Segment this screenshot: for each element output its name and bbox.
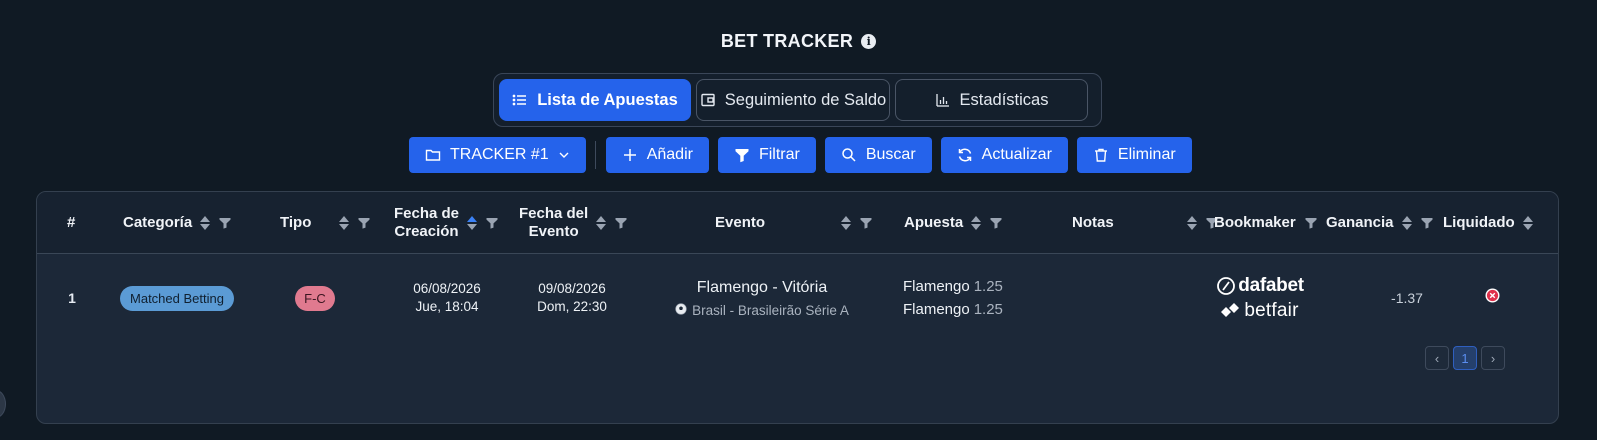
filter-button[interactable]: Filtrar xyxy=(717,137,816,173)
created-date-cell: 06/08/2026 Jue, 18:04 xyxy=(392,255,502,341)
column-settled[interactable]: Liquidado xyxy=(1443,192,1533,254)
toolbar: TRACKER #1 Añadir Filtrar Buscar Actuali… xyxy=(409,137,1201,173)
tab-statistics[interactable]: Estadísticas xyxy=(895,79,1088,121)
filter-icon[interactable] xyxy=(860,217,872,229)
event-date: 09/08/2026 xyxy=(538,281,606,296)
sort-icon[interactable] xyxy=(841,216,852,230)
event-date-cell: 09/08/2026 Dom, 22:30 xyxy=(517,255,627,341)
tab-label: Seguimiento de Saldo xyxy=(724,90,887,109)
notes-cell xyxy=(1057,255,1177,341)
tab-label: Estadísticas xyxy=(959,90,1049,109)
column-bookmaker[interactable]: Bookmaker xyxy=(1214,192,1317,254)
trash-icon xyxy=(1093,147,1109,163)
created-date: 06/08/2026 xyxy=(413,281,481,296)
sort-icon[interactable] xyxy=(1522,216,1533,230)
delete-button[interactable]: Eliminar xyxy=(1076,137,1192,173)
filter-icon[interactable] xyxy=(990,217,1002,229)
dafabet-logo: dafabet xyxy=(1216,275,1304,297)
table-row[interactable]: 1 Matched Betting F-C 06/08/2026 Jue, 18… xyxy=(37,255,1558,341)
prev-page-button[interactable]: ‹ xyxy=(1425,346,1449,370)
betfair-mark-icon xyxy=(1221,302,1240,317)
column-category[interactable]: Categoría xyxy=(123,192,231,254)
search-button[interactable]: Buscar xyxy=(824,137,932,173)
bar-chart-icon xyxy=(935,92,951,108)
close-circle-icon[interactable] xyxy=(1485,288,1500,308)
column-event-date[interactable]: Fecha del Evento xyxy=(519,192,627,254)
tracker-select-button[interactable]: TRACKER #1 xyxy=(409,137,586,173)
bet-cell: Flamengo 1.25 Flamengo 1.25 xyxy=(903,255,1043,341)
sort-icon[interactable] xyxy=(339,216,350,230)
tab-bet-list[interactable]: Lista de Apuestas xyxy=(499,79,691,121)
settled-cell xyxy=(1467,255,1517,341)
column-created-date[interactable]: Fecha de Creación xyxy=(394,192,498,254)
type-badge: F-C xyxy=(295,285,335,311)
add-button[interactable]: Añadir xyxy=(605,137,709,173)
filter-icon[interactable] xyxy=(358,217,370,229)
sort-icon[interactable] xyxy=(200,216,211,230)
column-profit[interactable]: Ganancia xyxy=(1326,192,1433,254)
refresh-icon xyxy=(957,147,973,163)
column-bet[interactable]: Apuesta xyxy=(904,192,1002,254)
category-badge: Matched Betting xyxy=(120,285,234,311)
created-time: Jue, 18:04 xyxy=(415,299,479,314)
delete-label: Eliminar xyxy=(1117,146,1176,163)
info-icon[interactable]: i xyxy=(861,34,877,49)
profit-value: -1.37 xyxy=(1391,290,1423,306)
chevron-down-icon xyxy=(558,147,570,163)
filter-icon[interactable] xyxy=(1421,217,1433,229)
column-type[interactable]: Tipo xyxy=(280,192,370,254)
dafabet-mark-icon xyxy=(1217,276,1236,295)
filter-icon[interactable] xyxy=(1305,217,1317,229)
tab-balance-tracking[interactable]: Seguimiento de Saldo xyxy=(696,79,890,121)
type-cell: F-C xyxy=(270,255,360,341)
page-button-current[interactable]: 1 xyxy=(1453,346,1477,370)
search-icon xyxy=(841,147,857,163)
betfair-logo: betfair xyxy=(1221,300,1298,322)
folder-icon xyxy=(425,147,441,163)
sort-icon[interactable] xyxy=(467,216,478,230)
view-tabs: Lista de Apuestas Seguimiento de Saldo E… xyxy=(493,73,1102,127)
row-index: 1 xyxy=(68,290,76,306)
bet-line-2: Flamengo 1.25 xyxy=(903,301,1003,318)
search-label: Buscar xyxy=(865,146,916,163)
sort-icon[interactable] xyxy=(1186,216,1197,230)
column-index: # xyxy=(67,214,76,231)
refresh-label: Actualizar xyxy=(981,146,1052,163)
add-label: Añadir xyxy=(646,146,693,163)
filter-icon xyxy=(734,147,750,163)
filter-icon[interactable] xyxy=(219,217,231,229)
toolbar-divider xyxy=(594,141,596,169)
filter-icon[interactable] xyxy=(486,217,498,229)
category-cell: Matched Betting xyxy=(97,255,257,341)
soccer-ball-icon xyxy=(675,302,687,318)
side-toggle[interactable] xyxy=(0,390,6,418)
bet-line-1: Flamengo 1.25 xyxy=(903,278,1003,295)
page-title: BET TRACKER xyxy=(720,31,854,51)
column-notes[interactable]: Notas xyxy=(1072,192,1218,254)
column-event[interactable]: Evento xyxy=(715,192,872,254)
event-name: Flamengo - Vitória xyxy=(696,278,828,296)
pagination: ‹ 1 › xyxy=(1425,346,1505,370)
event-time: Dom, 22:30 xyxy=(537,299,607,314)
next-page-button[interactable]: › xyxy=(1481,346,1505,370)
filter-icon[interactable] xyxy=(615,217,627,229)
list-icon xyxy=(512,92,528,108)
sort-icon[interactable] xyxy=(1401,216,1412,230)
bookmaker-cell: dafabet betfair xyxy=(1205,255,1315,341)
wallet-icon xyxy=(700,92,716,108)
tab-label: Lista de Apuestas xyxy=(537,90,678,109)
event-cell: Flamengo - Vitória Brasil - Brasileirão … xyxy=(667,255,857,341)
filter-label: Filtrar xyxy=(758,146,800,163)
sort-icon[interactable] xyxy=(596,216,607,230)
bets-table: # Categoría Tipo Fecha de Creación Fecha … xyxy=(36,191,1559,424)
table-header: # Categoría Tipo Fecha de Creación Fecha … xyxy=(37,192,1558,254)
event-league: Brasil - Brasileirão Série A xyxy=(675,303,849,318)
refresh-button[interactable]: Actualizar xyxy=(940,137,1068,173)
tracker-label: TRACKER #1 xyxy=(450,146,549,163)
sort-icon[interactable] xyxy=(971,216,982,230)
header: BET TRACKER i xyxy=(0,31,1597,52)
plus-icon xyxy=(622,147,638,163)
